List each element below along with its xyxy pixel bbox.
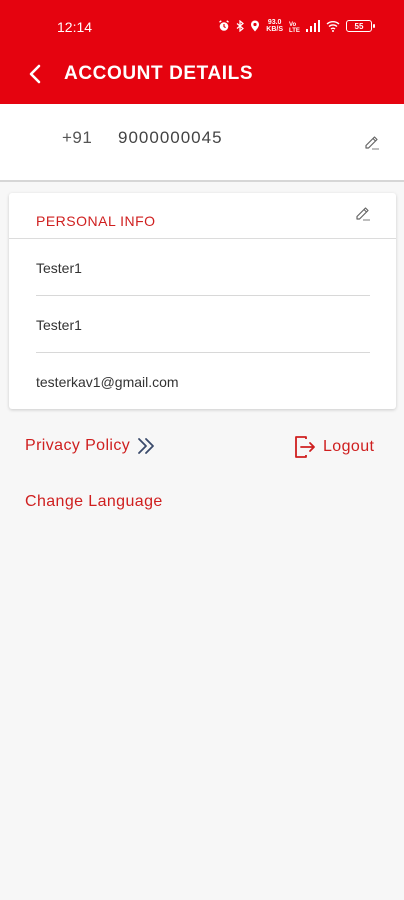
- first-name-field: Tester1: [36, 239, 370, 296]
- location-icon: [250, 20, 260, 32]
- country-code: +91: [62, 128, 93, 147]
- change-language-link[interactable]: Change Language: [25, 493, 163, 511]
- alarm-icon: [218, 20, 230, 32]
- last-name-field: Tester1: [36, 296, 370, 353]
- status-time: 12:14: [57, 19, 93, 35]
- volte-icon: Vo LTE: [289, 20, 300, 32]
- signal-icon: [306, 20, 320, 32]
- logout-label: Logout: [323, 438, 375, 455]
- personal-info-header: PERSONAL INFO: [9, 193, 396, 239]
- page-title: ACCOUNT DETAILS: [64, 63, 254, 84]
- logout-icon: [294, 435, 316, 459]
- status-icons: 93.0 KB/S Vo LTE 55: [218, 19, 375, 33]
- logout-button[interactable]: Logout: [294, 435, 374, 459]
- back-button[interactable]: [20, 61, 50, 91]
- bluetooth-icon: [236, 20, 245, 32]
- chevron-left-icon: [28, 64, 42, 89]
- status-bar: 12:14 93.0 KB/S Vo LTE 55: [0, 0, 404, 50]
- net-speed-value: 93.0: [267, 19, 282, 26]
- phone-number: 9000000045: [118, 128, 223, 147]
- double-chevron-right-icon: [136, 437, 156, 455]
- change-language-label: Change Language: [25, 493, 163, 510]
- privacy-policy-label: Privacy Policy: [25, 437, 131, 454]
- edit-phone-button[interactable]: [361, 133, 383, 155]
- personal-info-card: PERSONAL INFO Tester1 Tester1 testerkav1…: [9, 193, 396, 409]
- pencil-icon: [353, 203, 373, 228]
- wifi-icon: [326, 20, 340, 32]
- privacy-policy-link[interactable]: Privacy Policy: [25, 437, 156, 455]
- edit-personal-info-button[interactable]: [352, 204, 374, 226]
- phone-section: +91 9000000045: [0, 104, 404, 182]
- svg-text:LTE: LTE: [289, 28, 300, 32]
- personal-info-title: PERSONAL INFO: [36, 213, 156, 229]
- email-field: testerkav1@gmail.com: [36, 374, 179, 390]
- network-speed: 93.0 KB/S: [266, 19, 283, 33]
- app-bar: ACCOUNT DETAILS: [0, 50, 404, 104]
- pencil-icon: [362, 132, 382, 157]
- battery-level: 55: [354, 21, 364, 31]
- battery-icon: 55: [346, 20, 375, 32]
- net-speed-unit: KB/S: [266, 26, 283, 33]
